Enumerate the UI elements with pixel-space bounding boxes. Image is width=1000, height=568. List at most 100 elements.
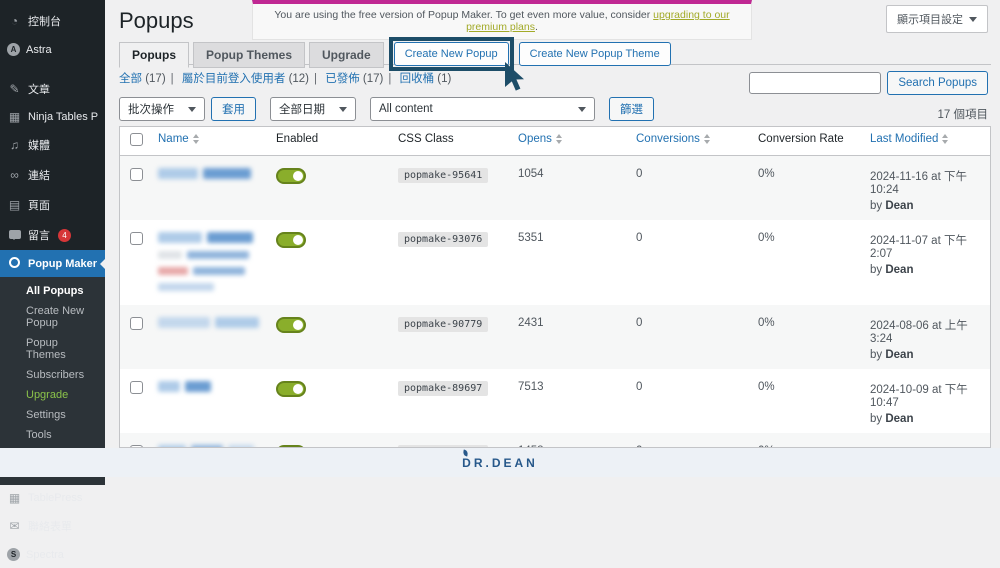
filter-trash[interactable]: 回收桶 (1)	[400, 73, 452, 85]
submenu-upgrade[interactable]: Upgrade	[0, 385, 105, 405]
cursor-arrow-icon	[504, 62, 524, 91]
apply-button[interactable]: 套用	[211, 97, 256, 121]
sort-last-modified-header[interactable]: Last Modified	[870, 133, 949, 145]
link-icon	[7, 169, 22, 181]
filter-button[interactable]: 篩選	[609, 97, 654, 121]
filter-count: (12)	[288, 73, 310, 85]
chevron-down-icon	[969, 16, 977, 22]
enabled-toggle[interactable]	[276, 168, 306, 184]
sidebar-item-dashboard[interactable]: 控制台	[0, 6, 105, 36]
submenu-subscribers[interactable]: Subscribers	[0, 365, 105, 385]
tab-popup-themes[interactable]: Popup Themes	[193, 42, 306, 68]
select-all-checkbox[interactable]	[130, 133, 143, 146]
sidebar-item-label: 文章	[28, 84, 50, 96]
sidebar-item-label: Astra	[26, 43, 52, 56]
page-icon	[7, 199, 22, 211]
author-line: by Dean	[870, 263, 914, 276]
drdean-logo: DR.DEAN	[462, 455, 538, 470]
sidebar-item-tablepress[interactable]: TablePress	[0, 485, 105, 511]
chevron-down-icon	[578, 106, 586, 112]
sidebar-item-popup-maker[interactable]: Popup Maker	[0, 250, 105, 277]
css-class-chip: popmake-93076	[398, 231, 489, 247]
popup-name-link[interactable]	[158, 380, 262, 392]
sidebar-item-spectra[interactable]: Spectra	[0, 541, 105, 568]
page-footer: DR.DEAN	[0, 448, 1000, 477]
popup-name-link[interactable]	[158, 231, 262, 243]
sidebar-item-posts[interactable]: 文章	[0, 74, 105, 104]
sort-name-header[interactable]: Name	[158, 133, 199, 145]
tab-popups[interactable]: Popups	[119, 42, 189, 68]
enabled-toggle[interactable]	[276, 380, 306, 397]
popups-table: Name Enabled CSS Class Opens Conversions…	[119, 126, 991, 448]
chevron-down-icon	[188, 106, 196, 112]
create-new-popup-theme-button[interactable]: Create New Popup Theme	[518, 42, 671, 66]
submenu-settings[interactable]: Settings	[0, 405, 105, 425]
sort-arrows-icon	[942, 134, 949, 144]
sort-opens-header[interactable]: Opens	[518, 133, 562, 145]
sidebar-item-media[interactable]: 媒體	[0, 130, 105, 160]
row-actions-blurred[interactable]	[158, 266, 262, 275]
author-name: Dean	[885, 263, 914, 276]
search-popups-button[interactable]: Search Popups	[887, 71, 988, 95]
spectra-icon	[7, 548, 20, 561]
filter-label: 全部	[119, 73, 142, 85]
sort-conversions-header[interactable]: Conversions	[636, 133, 710, 145]
table-row: popmake-89697 7513 0 0% 2024-10-09 at 下午…	[120, 369, 990, 433]
date-filter-select[interactable]: 全部日期	[270, 97, 356, 121]
sort-arrows-icon	[703, 134, 710, 144]
sort-arrows-icon	[555, 134, 562, 144]
filter-all[interactable]: 全部 (17)	[119, 73, 166, 85]
row-actions-blurred[interactable]	[158, 282, 262, 291]
last-modified-value: 2024-10-09 at 下午 10:47	[870, 383, 968, 409]
search-area: Search Popups	[749, 71, 988, 95]
submenu-all-popups[interactable]: All Popups	[0, 281, 105, 301]
sidebar-item-label: 媒體	[28, 140, 50, 152]
author-name: Dean	[885, 200, 914, 212]
sidebar-item-label: Ninja Tables Pro	[28, 111, 98, 123]
filter-published[interactable]: 已發佈 (17)	[325, 73, 383, 85]
content-filter-select[interactable]: All content	[370, 97, 595, 121]
opens-value: 1054	[518, 168, 544, 180]
table-row: popmake-90779 2431 0 0% 2024-08-06 at 上午…	[120, 304, 990, 369]
enabled-toggle[interactable]	[276, 231, 306, 248]
screen-options-button[interactable]: 顯示項目設定	[886, 5, 988, 33]
submenu-create-new-popup[interactable]: Create New Popup	[0, 301, 105, 333]
row-checkbox[interactable]	[130, 168, 143, 181]
tab-upgrade[interactable]: Upgrade	[309, 42, 384, 68]
bulk-actions-select[interactable]: 批次操作	[119, 97, 205, 121]
enabled-toggle[interactable]	[276, 316, 306, 333]
sidebar-item-astra[interactable]: Astra	[0, 36, 105, 63]
sidebar-item-links[interactable]: 連結	[0, 160, 105, 190]
comments-count-badge: 4	[58, 228, 71, 242]
tablepress-icon	[7, 492, 22, 504]
author-name: Dean	[885, 348, 914, 361]
popup-name-link[interactable]	[158, 168, 262, 179]
search-input[interactable]	[749, 72, 882, 94]
column-label: Conversions	[636, 133, 700, 145]
sidebar-item-contact-form[interactable]: 聯絡表單	[0, 511, 105, 541]
submenu-tools[interactable]: Tools	[0, 425, 105, 445]
sidebar-item-label: TablePress	[28, 492, 83, 504]
main-content: You are using the free version of Popup …	[105, 0, 1000, 448]
filter-mine[interactable]: 屬於目前登入使用者 (12)	[182, 73, 309, 85]
upgrade-notice: You are using the free version of Popup …	[252, 0, 752, 40]
sort-arrows-icon	[192, 134, 199, 144]
create-new-popup-button[interactable]: Create New Popup	[393, 42, 509, 66]
filter-count: (1)	[437, 73, 452, 85]
row-checkbox[interactable]	[130, 380, 143, 394]
column-label: Name	[158, 133, 189, 145]
filter-count: (17)	[362, 73, 384, 85]
column-label: Opens	[518, 133, 552, 145]
filter-separator: |	[170, 73, 174, 85]
sidebar-item-pages[interactable]: 頁面	[0, 190, 105, 220]
sidebar-item-label: 聯絡表單	[28, 521, 72, 533]
column-css-class-header: CSS Class	[398, 133, 454, 145]
conversions-value: 0	[636, 316, 643, 329]
row-checkbox[interactable]	[130, 231, 143, 245]
submenu-popup-themes[interactable]: Popup Themes	[0, 333, 105, 365]
row-checkbox[interactable]	[130, 316, 143, 330]
popup-name-link[interactable]	[158, 316, 262, 328]
row-actions-blurred[interactable]	[158, 250, 262, 259]
sidebar-item-comments[interactable]: 留言 4	[0, 220, 105, 250]
sidebar-item-ninja-tables[interactable]: Ninja Tables Pro	[0, 104, 105, 130]
